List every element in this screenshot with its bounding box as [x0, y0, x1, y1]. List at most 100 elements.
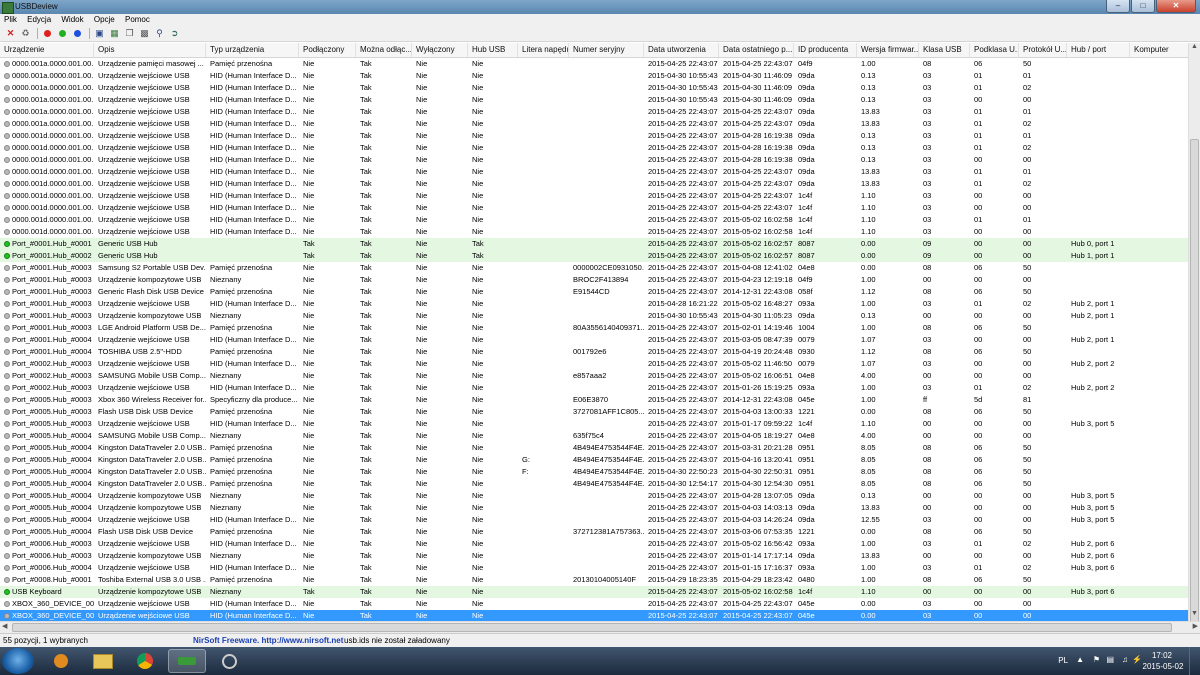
- table-row[interactable]: XBOX_360_DEVICE_00... Urządzenie wejściow…: [0, 598, 1188, 610]
- table-row[interactable]: Port_#0005.Hub_#0004 Kingston DataTravele…: [0, 466, 1188, 478]
- scroll-down-icon[interactable]: ▼: [1189, 610, 1200, 621]
- table-row[interactable]: Port_#0005.Hub_#0003 Flash USB Disk USB D…: [0, 406, 1188, 418]
- disable-device-icon[interactable]: [41, 28, 54, 40]
- horizontal-scroll-thumb[interactable]: [12, 623, 1172, 632]
- maximize-button[interactable]: □: [1131, 0, 1155, 13]
- table-row[interactable]: Port_#0005.Hub_#0003 Xbox 360 Wireless Re…: [0, 394, 1188, 406]
- close-button[interactable]: ✕: [1156, 0, 1196, 13]
- tool-icon[interactable]: [210, 649, 248, 673]
- column-header-serial-number[interactable]: Numer seryjny: [569, 43, 644, 57]
- refresh-icon[interactable]: [71, 28, 84, 40]
- vertical-scrollbar[interactable]: ▲ ▼: [1188, 43, 1200, 644]
- table-row[interactable]: Port_#0002.Hub_#0003 Urządzenie wejściowe…: [0, 358, 1188, 370]
- menu-pomoc[interactable]: Pomoc: [121, 14, 154, 25]
- column-header-firmware-revision[interactable]: Wersja firmwar...: [857, 43, 919, 57]
- table-row[interactable]: 0000.001d.0000.001.00... Urządzenie wejśc…: [0, 130, 1188, 142]
- table-row[interactable]: Port_#0005.Hub_#0004 Flash USB Disk USB D…: [0, 526, 1188, 538]
- nirsoft-link[interactable]: NirSoft Freeware. http://www.nirsoft.net: [193, 634, 343, 648]
- column-header-device-type[interactable]: Typ urządzenia: [206, 43, 299, 57]
- table-row[interactable]: Port_#0005.Hub_#0004 Urządzenie kompozyto…: [0, 490, 1188, 502]
- table-row[interactable]: Port_#0002.Hub_#0003 SAMSUNG Mobile USB C…: [0, 370, 1188, 382]
- explorer-icon[interactable]: [84, 649, 122, 673]
- scroll-left-icon[interactable]: ◀: [2, 622, 7, 630]
- usbdeview-task-icon[interactable]: [168, 649, 206, 673]
- vertical-scroll-thumb[interactable]: [1190, 139, 1199, 644]
- column-header-vendor-id[interactable]: ID producenta: [794, 43, 857, 57]
- table-row[interactable]: 0000.001d.0000.001.00... Urządzenie wejśc…: [0, 154, 1188, 166]
- table-row[interactable]: 0000.001d.0000.001.00... Urządzenie wejśc…: [0, 226, 1188, 238]
- table-row[interactable]: Port_#0005.Hub_#0004 SAMSUNG Mobile USB C…: [0, 430, 1188, 442]
- volume-icon[interactable]: ♫: [1122, 655, 1128, 664]
- table-row[interactable]: Port_#0001.Hub_#0003 LGE Android Platform…: [0, 322, 1188, 334]
- table-row[interactable]: 0000.001d.0000.001.00... Urządzenie wejśc…: [0, 142, 1188, 154]
- table-row[interactable]: XBOX_360_DEVICE_00... Urządzenie wejściow…: [0, 610, 1188, 621]
- table-row[interactable]: 0000.001d.0000.001.00... Urządzenie wejśc…: [0, 190, 1188, 202]
- column-header-description[interactable]: Opis: [94, 43, 206, 57]
- table-row[interactable]: 0000.001a.0000.001.00... Urządzenie wejśc…: [0, 106, 1188, 118]
- html-report-icon[interactable]: ▦: [108, 28, 121, 40]
- menu-edycja[interactable]: Edycja: [23, 14, 55, 25]
- table-row[interactable]: Port_#0001.Hub_#0004 TOSHIBA USB 2.5"-HDD…: [0, 346, 1188, 358]
- table-row[interactable]: 0000.001d.0000.001.00... Urządzenie wejśc…: [0, 178, 1188, 190]
- column-header-drive-letter[interactable]: Litera napędu: [518, 43, 569, 57]
- table-row[interactable]: Port_#0006.Hub_#0003 Urządzenie wejściowe…: [0, 538, 1188, 550]
- start-button[interactable]: [2, 648, 34, 674]
- table-row[interactable]: Port_#0001.Hub_#0003 Generic Flash Disk U…: [0, 286, 1188, 298]
- find-icon[interactable]: ⚲: [153, 28, 166, 40]
- uninstall-icon[interactable]: ♻: [19, 28, 32, 40]
- table-row[interactable]: 0000.001d.0000.001.00... Urządzenie wejśc…: [0, 166, 1188, 178]
- table-row[interactable]: Port_#0001.Hub_#0002 Generic USB Hub Tak Ta…: [0, 250, 1188, 262]
- column-header-usb-protocol[interactable]: Protokół U...: [1019, 43, 1067, 57]
- horizontal-scrollbar[interactable]: ◀ ▶: [0, 621, 1200, 633]
- network-icon[interactable]: ▤: [1106, 655, 1114, 664]
- table-row[interactable]: Port_#0002.Hub_#0003 Urządzenie wejściowe…: [0, 382, 1188, 394]
- table-row[interactable]: Port_#0005.Hub_#0004 Urządzenie kompozyto…: [0, 502, 1188, 514]
- table-row[interactable]: 0000.001a.0000.001.00... Urządzenie wejśc…: [0, 82, 1188, 94]
- table-row[interactable]: Port_#0005.Hub_#0004 Kingston DataTravele…: [0, 454, 1188, 466]
- column-header-usb-hub[interactable]: Hub USB: [468, 43, 518, 57]
- menu-plik[interactable]: Plik: [0, 14, 21, 25]
- table-row[interactable]: 0000.001a.0000.001.00... Urządzenie wejśc…: [0, 118, 1188, 130]
- table-row[interactable]: Port_#0001.Hub_#0004 Urządzenie wejściowe…: [0, 334, 1188, 346]
- table-row[interactable]: USB Keyboard Urządzenie kompozytowe USB Ni…: [0, 586, 1188, 598]
- flag-icon[interactable]: ⚑: [1093, 655, 1100, 664]
- enable-device-icon[interactable]: [56, 28, 69, 40]
- table-row[interactable]: 0000.001a.0000.001.00... Urządzenie pamię…: [0, 58, 1188, 70]
- column-header-disabled[interactable]: Wyłączony: [412, 43, 468, 57]
- column-header-usb-subclass[interactable]: Podklasa U...: [970, 43, 1019, 57]
- media-player-icon[interactable]: [42, 649, 80, 673]
- table-row[interactable]: Port_#0001.Hub_#0001 Generic USB Hub Tak Ta…: [0, 238, 1188, 250]
- disconnect-icon[interactable]: ✕: [4, 28, 17, 40]
- chrome-icon[interactable]: [126, 649, 164, 673]
- table-row[interactable]: Port_#0001.Hub_#0003 Urządzenie wejściowe…: [0, 298, 1188, 310]
- column-header-hub-port[interactable]: Hub / port: [1067, 43, 1130, 57]
- language-indicator[interactable]: PL: [1058, 656, 1068, 665]
- copy-icon[interactable]: ❐: [123, 28, 136, 40]
- table-row[interactable]: 0000.001a.0000.001.00... Urządzenie wejśc…: [0, 94, 1188, 106]
- column-header-connected[interactable]: Podłączony: [299, 43, 356, 57]
- table-row[interactable]: 0000.001d.0000.001.00... Urządzenie wejśc…: [0, 214, 1188, 226]
- table-row[interactable]: Port_#0006.Hub_#0004 Urządzenie wejściowe…: [0, 562, 1188, 574]
- column-header-usb-class[interactable]: Klasa USB: [919, 43, 970, 57]
- table-row[interactable]: Port_#0001.Hub_#0003 Urządzenie kompozyto…: [0, 274, 1188, 286]
- column-header-device[interactable]: Urządzenie: [0, 43, 94, 57]
- properties-icon[interactable]: ▩: [138, 28, 151, 40]
- scroll-up-icon[interactable]: ▲: [1189, 43, 1200, 54]
- minimize-button[interactable]: –: [1106, 0, 1130, 13]
- table-row[interactable]: Port_#0005.Hub_#0004 Kingston DataTravele…: [0, 442, 1188, 454]
- table-row[interactable]: Port_#0005.Hub_#0004 Urządzenie wejściowe…: [0, 514, 1188, 526]
- column-header-computer[interactable]: Komputer: [1130, 43, 1188, 57]
- table-row[interactable]: 0000.001d.0000.001.00... Urządzenie wejśc…: [0, 202, 1188, 214]
- exit-icon[interactable]: ➲: [168, 28, 181, 40]
- scroll-right-icon[interactable]: ▶: [1193, 622, 1198, 630]
- table-row[interactable]: Port_#0005.Hub_#0004 Kingston DataTravele…: [0, 478, 1188, 490]
- table-row[interactable]: Port_#0005.Hub_#0003 Urządzenie wejściowe…: [0, 418, 1188, 430]
- column-header-safe-to-unplug[interactable]: Można odłąc...: [356, 43, 412, 57]
- tray-arrow-icon[interactable]: ▲: [1076, 655, 1084, 664]
- table-row[interactable]: 0000.001a.0000.001.00... Urządzenie wejśc…: [0, 70, 1188, 82]
- column-header-created-date[interactable]: Data utworzenia: [644, 43, 719, 57]
- show-desktop-button[interactable]: [1189, 647, 1200, 675]
- table-row[interactable]: Port_#0006.Hub_#0003 Urządzenie kompozyto…: [0, 550, 1188, 562]
- device-list[interactable]: Urządzenie Opis Typ urządzenia Podłączony Mo…: [0, 43, 1188, 621]
- column-header-last-plug-date[interactable]: Data ostatniego p...: [719, 43, 794, 57]
